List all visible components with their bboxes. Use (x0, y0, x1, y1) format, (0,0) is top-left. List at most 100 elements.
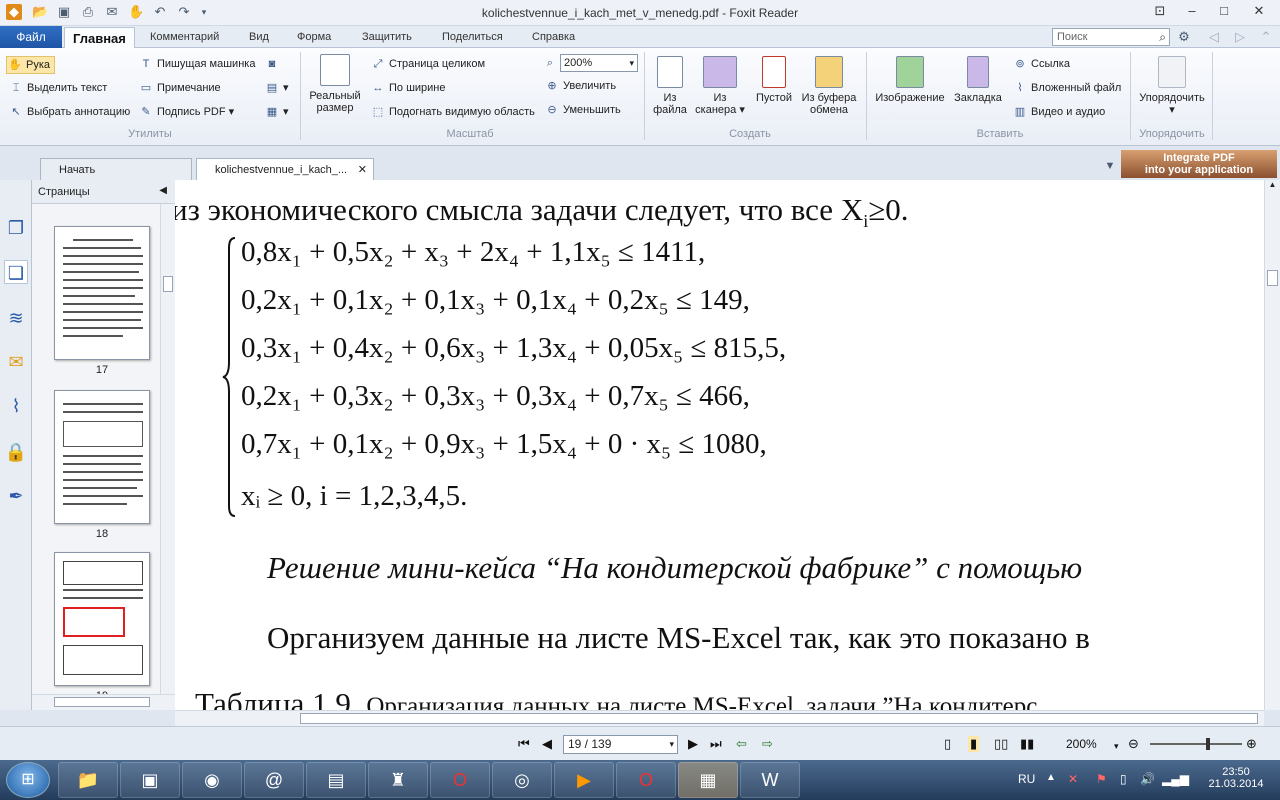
search-input[interactable]: Поиск ⌕ (1052, 28, 1170, 46)
blank-button[interactable]: Пустой (752, 56, 796, 104)
thumbnails-scrollbar[interactable] (160, 204, 175, 694)
next-page-icon[interactable]: ▶ (688, 736, 698, 752)
opera2-taskbar-icon[interactable]: O (616, 762, 676, 798)
scroll-thumb[interactable] (300, 713, 1258, 724)
save-app-taskbar-icon[interactable]: ▤ (306, 762, 366, 798)
video-audio-button[interactable]: ▥ Видео и аудио (1012, 104, 1105, 120)
scroll-thumb[interactable] (54, 697, 150, 707)
prev-view-button-icon[interactable]: ⇦ (736, 736, 747, 752)
network-icon[interactable]: ⚑ (1096, 772, 1107, 786)
continuous-page-icon[interactable]: ▮ (968, 736, 980, 752)
arrange-button[interactable]: Упорядочить ▾ (1136, 56, 1208, 116)
bookmarks-panel-icon[interactable]: ❐ (4, 216, 28, 240)
fit-visible-button[interactable]: ⬚ Подогнать видимую область (370, 104, 535, 120)
select-text-button[interactable]: ⌶ Выделить текст (8, 80, 108, 96)
window-pin-icon[interactable]: ⊡ (1144, 0, 1176, 24)
next-view-button-icon[interactable]: ⇨ (762, 736, 773, 752)
thumbnails-hscrollbar[interactable] (32, 694, 175, 710)
collapse-ribbon-icon[interactable]: ⌃ (1258, 29, 1274, 45)
typewriter-button[interactable]: T Пишущая машинка (138, 56, 256, 72)
pages-panel-icon[interactable]: ❏ (4, 260, 28, 284)
bookmark-button[interactable]: Закладка (950, 56, 1006, 104)
from-scanner-button[interactable]: Из сканера ▾ (692, 56, 748, 116)
document-view[interactable]: из экономического смысла задачи следует,… (175, 180, 1264, 710)
last-page-icon[interactable]: ⏭ (710, 736, 722, 752)
image-button[interactable]: Изображение (872, 56, 948, 104)
tray-app-icon[interactable]: ✕ (1068, 772, 1078, 786)
note-button[interactable]: ▭ Примечание (138, 80, 221, 96)
zoom-select[interactable]: 200% ▾ (560, 54, 638, 72)
zoom-slider-thumb[interactable] (1206, 738, 1210, 750)
integrate-pdf-banner[interactable]: Integrate PDF into your application (1121, 150, 1277, 178)
tab-home[interactable]: Главная (64, 27, 135, 49)
battery-icon[interactable]: ▯ (1120, 772, 1127, 786)
tab-start[interactable]: Начать (40, 158, 192, 180)
page-thumbnail[interactable] (54, 390, 150, 524)
signal-icon[interactable]: ▂▄▆ (1162, 772, 1189, 786)
prev-view-icon[interactable]: ◁ (1206, 29, 1222, 45)
collapse-panel-icon[interactable]: ◀ (159, 185, 167, 196)
zoom-out-status-icon[interactable]: ⊖ (1128, 736, 1139, 752)
tab-document[interactable]: kolichestvennue_i_kach_... ✕ (196, 158, 374, 180)
clipboard-button[interactable]: ▤ ▾ (264, 80, 289, 96)
document-hscrollbar[interactable] (175, 710, 1264, 726)
tray-expand-icon[interactable]: ▲ (1046, 772, 1056, 783)
scroll-up-icon[interactable]: ▲ (1266, 180, 1279, 194)
first-page-icon[interactable]: ⏮ (518, 736, 530, 752)
close-button[interactable]: ✕ (1240, 0, 1278, 24)
mail-taskbar-icon[interactable]: @ (244, 762, 304, 798)
maximize-button[interactable]: □ (1208, 0, 1240, 24)
from-file-button[interactable]: Из файла (648, 56, 692, 116)
opera-taskbar-icon[interactable]: O (430, 762, 490, 798)
zoom-out-button[interactable]: ⊖ Уменьшить (544, 102, 620, 118)
scroll-thumb[interactable] (163, 276, 173, 292)
tab-form[interactable]: Форма (289, 26, 339, 48)
page-thumbnail-current[interactable] (54, 552, 150, 686)
comments-panel-icon[interactable]: ✉ (4, 350, 28, 374)
zoom-in-status-icon[interactable]: ⊕ (1246, 736, 1257, 752)
prev-page-icon[interactable]: ◀ (542, 736, 552, 752)
sign-pdf-button[interactable]: ✎ Подпись PDF ▾ (138, 104, 234, 120)
single-page-icon[interactable]: ▯ (944, 736, 951, 752)
tab-file[interactable]: Файл (0, 26, 62, 48)
zoom-level[interactable]: 200% (1066, 736, 1097, 752)
zoom-slider[interactable] (1150, 738, 1242, 750)
tab-help[interactable]: Справка (524, 26, 583, 48)
zoom-in-button[interactable]: ⊕ Увеличить (544, 78, 616, 94)
layers-panel-icon[interactable]: ≋ (4, 306, 28, 330)
minimize-button[interactable]: – (1176, 0, 1208, 24)
security-panel-icon[interactable]: 🔒 (4, 440, 28, 464)
floppy-app-taskbar-icon[interactable]: ▣ (120, 762, 180, 798)
media-player-taskbar-icon[interactable]: ▶ (554, 762, 614, 798)
signature-panel-icon[interactable]: ✒ (4, 484, 28, 508)
volume-icon[interactable]: 🔊 (1140, 772, 1155, 786)
start-button[interactable]: ⊞ (6, 762, 50, 798)
attached-file-button[interactable]: ⌇ Вложенный файл (1012, 80, 1121, 96)
fit-page-button[interactable]: ⤢ Страница целиком (370, 56, 485, 72)
snapshot-button[interactable]: ◙ (264, 56, 283, 72)
drome-taskbar-icon[interactable]: ◎ (492, 762, 552, 798)
facing-page-icon[interactable]: ▯▯ (994, 736, 1008, 752)
game-taskbar-icon[interactable]: ♜ (368, 762, 428, 798)
chrome-taskbar-icon[interactable]: ◉ (182, 762, 242, 798)
next-view-icon[interactable]: ▷ (1232, 29, 1248, 45)
tab-protect[interactable]: Защитить (354, 26, 420, 48)
from-clipboard-button[interactable]: Из буфера обмена (798, 56, 860, 116)
page-thumbnail[interactable] (54, 226, 150, 360)
link-button[interactable]: ⊚ Ссылка (1012, 56, 1070, 72)
scroll-thumb[interactable] (1267, 270, 1278, 286)
tabs-dropdown-icon[interactable]: ▼ (1102, 158, 1118, 174)
tab-view[interactable]: Вид (241, 26, 277, 48)
word-taskbar-icon[interactable]: W (740, 762, 800, 798)
page-number-input[interactable]: 19 / 139 ▾ (563, 735, 678, 754)
actual-size-button[interactable]: Реальный размер (306, 54, 364, 114)
attachments-panel-icon[interactable]: ⌇ (4, 394, 28, 418)
clock[interactable]: 23:50 21.03.2014 (1208, 766, 1264, 790)
zoom-dropdown-icon[interactable]: ▾ (1114, 738, 1119, 754)
tab-comment[interactable]: Комментарий (142, 26, 227, 48)
select-annotation-button[interactable]: ↖ Выбрать аннотацию (8, 104, 130, 120)
document-vscrollbar[interactable]: ▲ (1264, 180, 1280, 710)
search-icon[interactable]: ⌕ (1159, 29, 1166, 45)
foxit-taskbar-icon[interactable]: ▦ (678, 762, 738, 798)
tab-share[interactable]: Поделиться (434, 26, 511, 48)
